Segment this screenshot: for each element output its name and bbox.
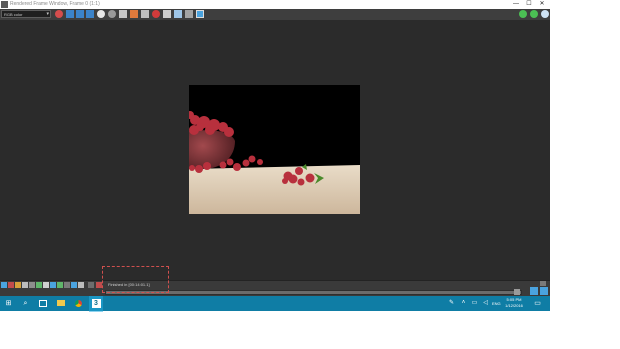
- channel-select[interactable]: RGB color ▾: [1, 10, 51, 18]
- stats-icon[interactable]: [64, 282, 70, 288]
- expand-icon[interactable]: [540, 287, 548, 295]
- close-button[interactable]: ✕: [536, 0, 548, 9]
- tools-icon[interactable]: [88, 282, 94, 288]
- area-to-render-icon[interactable]: [55, 10, 63, 18]
- alpha-channel-icon[interactable]: [163, 10, 171, 18]
- panel-toggle-icon[interactable]: [514, 289, 520, 295]
- effects-icon[interactable]: [22, 282, 28, 288]
- rendered-image: [189, 85, 360, 214]
- monochrome-icon[interactable]: [174, 10, 182, 18]
- title-bar[interactable]: Rendered Frame Window, Frame 0 (1:1) — ☐…: [0, 0, 550, 9]
- preview-icon[interactable]: [36, 282, 42, 288]
- scroll-up-icon[interactable]: [540, 281, 546, 286]
- print-icon[interactable]: [141, 10, 149, 18]
- task-view-icon[interactable]: [36, 296, 49, 311]
- help-icon[interactable]: [541, 10, 549, 18]
- copy-icon[interactable]: [50, 282, 56, 288]
- 3dsmax-label: 3: [91, 298, 101, 308]
- view-icon[interactable]: [66, 10, 74, 18]
- save-image-icon[interactable]: [108, 10, 116, 18]
- region-icon[interactable]: [76, 10, 84, 18]
- chrome-icon[interactable]: [72, 296, 85, 311]
- material-icon[interactable]: [8, 282, 14, 288]
- frame-icon[interactable]: [43, 282, 49, 288]
- file-explorer-icon[interactable]: [54, 296, 67, 311]
- compare-icon[interactable]: [57, 282, 63, 288]
- maximize-button[interactable]: ☐: [523, 0, 535, 9]
- start-button[interactable]: ⊞: [2, 296, 15, 311]
- copy-image-icon[interactable]: [119, 10, 127, 18]
- channel-select-value: RGB color: [4, 12, 23, 17]
- render-info-panel: Finished in [00:14:01.1]: [0, 280, 550, 297]
- layers-icon[interactable]: [78, 282, 84, 288]
- clock-date: 1/12/2016: [505, 303, 523, 308]
- render-canvas[interactable]: [0, 20, 550, 280]
- crop-icon[interactable]: [86, 10, 94, 18]
- status-highlight-box: [102, 266, 169, 293]
- rendered-frame-window: Rendered Frame Window, Frame 0 (1:1) — ☐…: [0, 0, 550, 297]
- clone-window-icon[interactable]: [130, 10, 138, 18]
- volume-icon[interactable]: ◁: [479, 296, 492, 311]
- render-settings-icon[interactable]: [185, 10, 193, 18]
- chevron-down-icon: ▾: [46, 11, 49, 17]
- app-icon: [1, 1, 8, 8]
- minimize-button[interactable]: —: [510, 0, 522, 9]
- environment-icon[interactable]: [15, 282, 21, 288]
- 3dsmax-icon[interactable]: 3: [89, 296, 103, 312]
- log-icon[interactable]: [71, 282, 77, 288]
- notification-icon[interactable]: ▭: [531, 296, 544, 311]
- render-icon[interactable]: [196, 10, 204, 18]
- color-swatch-icon[interactable]: [97, 10, 105, 18]
- raspberries-render-image: [189, 85, 360, 214]
- lock-icon[interactable]: [519, 10, 527, 18]
- layout-icon[interactable]: [530, 287, 538, 295]
- history-icon[interactable]: [29, 282, 35, 288]
- windows-taskbar: ⊞ ⌕ 3 ✎ ˄ ▭ ◁ ENG 5:05 PM 1/12/2016 ▭: [0, 296, 550, 312]
- clock[interactable]: 5:05 PM 1/12/2016: [500, 297, 528, 309]
- clear-icon[interactable]: [152, 10, 160, 18]
- window-title: Rendered Frame Window, Frame 0 (1:1): [10, 1, 100, 7]
- render-setup-icon[interactable]: [1, 282, 7, 288]
- search-icon[interactable]: ⌕: [19, 296, 32, 311]
- settings-icon[interactable]: [530, 10, 538, 18]
